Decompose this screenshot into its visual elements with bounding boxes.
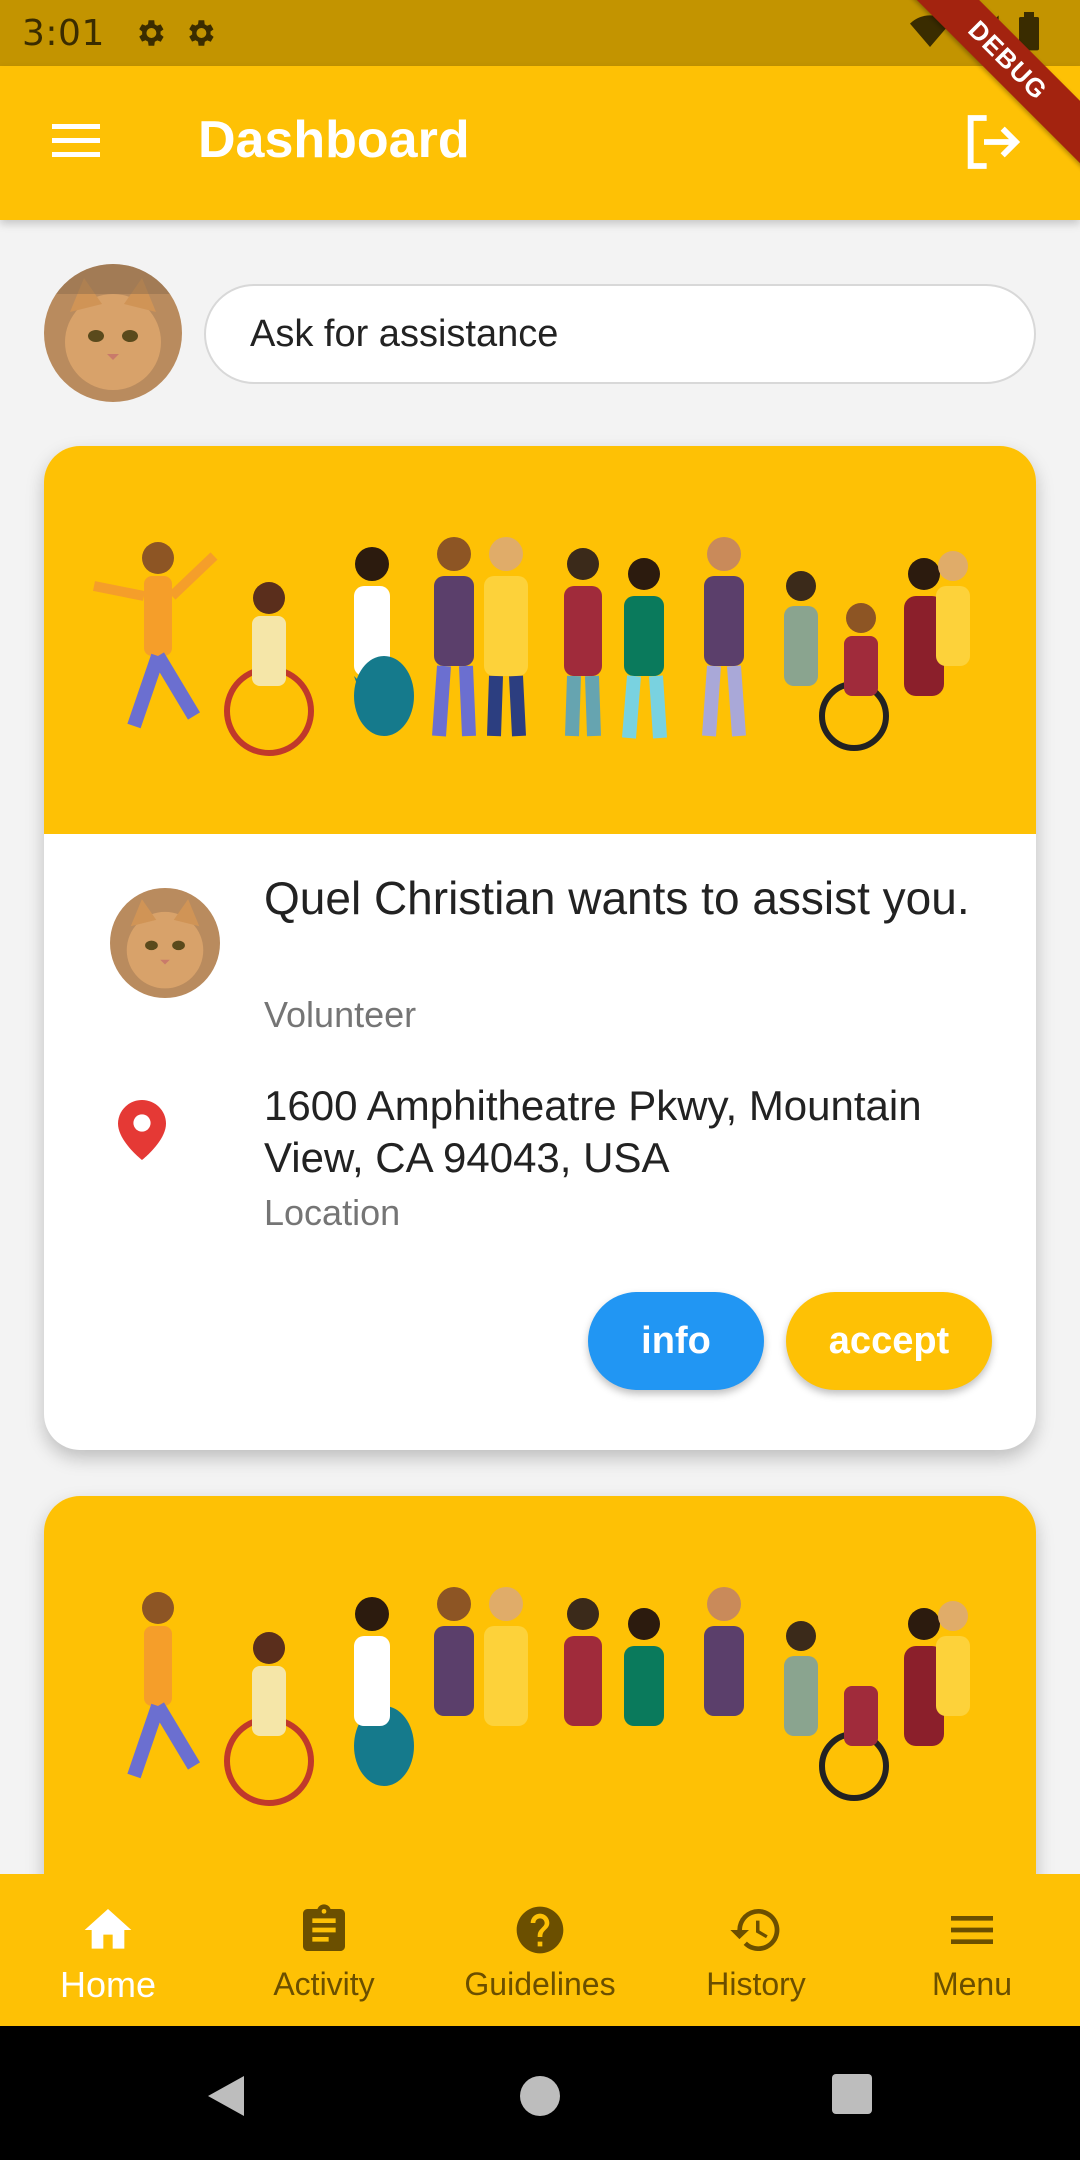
nav-label: Menu (931, 1966, 1013, 2002)
hamburger-menu-icon[interactable] (46, 116, 106, 166)
status-bar: 3:01 (0, 0, 1080, 66)
settings-notification-icon (139, 20, 164, 46)
nav-item-activity[interactable]: Activity (216, 1874, 432, 2026)
people-illustration (93, 537, 970, 756)
volunteer-avatar[interactable] (110, 888, 220, 998)
status-time: 3:01 (22, 12, 105, 54)
nav-label: Home (59, 1964, 157, 2005)
nav-item-home[interactable]: Home (0, 1874, 216, 2026)
nav-label: Activity (273, 1966, 375, 2002)
user-avatar[interactable] (44, 264, 182, 402)
settings-notification-icon (189, 20, 214, 46)
logout-icon[interactable] (960, 110, 1024, 174)
recents-icon[interactable] (830, 2072, 874, 2116)
volunteer-row: Quel Christian wants to assist you. Volu… (44, 870, 1036, 1040)
location-row: 1600 Amphitheatre Pkwy, Mountain View, C… (44, 1080, 1036, 1240)
page-title: Dashboard (198, 111, 470, 169)
bottom-navigation: Home Activity Guidelines History Menu (0, 1874, 1080, 2026)
card-banner (44, 446, 1036, 834)
status-icons (910, 12, 1044, 52)
battery-icon (1019, 12, 1039, 51)
location-label: Location (264, 1192, 401, 1233)
nav-item-menu[interactable]: Menu (864, 1874, 1080, 2026)
clipboard-icon (303, 1904, 345, 1951)
menu-icon (951, 1916, 993, 1944)
cat-avatar-image (44, 264, 182, 402)
app-bar: Dashboard (0, 66, 1080, 220)
nav-label: History (706, 1966, 806, 2002)
ask-row: Ask for assistance (44, 264, 1036, 402)
nav-item-history[interactable]: History (648, 1874, 864, 2026)
nav-item-guidelines[interactable]: Guidelines (432, 1874, 648, 2026)
home-icon (84, 1909, 132, 1949)
nav-label: Guidelines (464, 1966, 616, 2002)
location-address: 1600 Amphitheatre Pkwy, Mountain View, C… (264, 1082, 922, 1181)
volunteer-role: Volunteer (264, 994, 417, 1035)
cat-avatar-image (110, 888, 220, 998)
info-button[interactable]: info (588, 1292, 764, 1390)
history-icon (730, 1908, 780, 1951)
help-icon (516, 1906, 564, 1954)
home-circle-icon[interactable] (516, 2072, 564, 2120)
system-navigation-bar (0, 2026, 1080, 2160)
people-illustration (127, 1587, 970, 1806)
accept-button[interactable]: accept (786, 1292, 992, 1390)
ask-assistance-input[interactable]: Ask for assistance (204, 284, 1036, 384)
signal-icon (965, 15, 999, 49)
back-icon[interactable] (204, 2072, 248, 2120)
location-pin-icon (118, 1100, 166, 1160)
assist-card: Quel Christian wants to assist you. Volu… (44, 446, 1036, 1450)
wifi-icon (910, 15, 950, 47)
volunteer-message: Quel Christian wants to assist you. (264, 872, 970, 924)
